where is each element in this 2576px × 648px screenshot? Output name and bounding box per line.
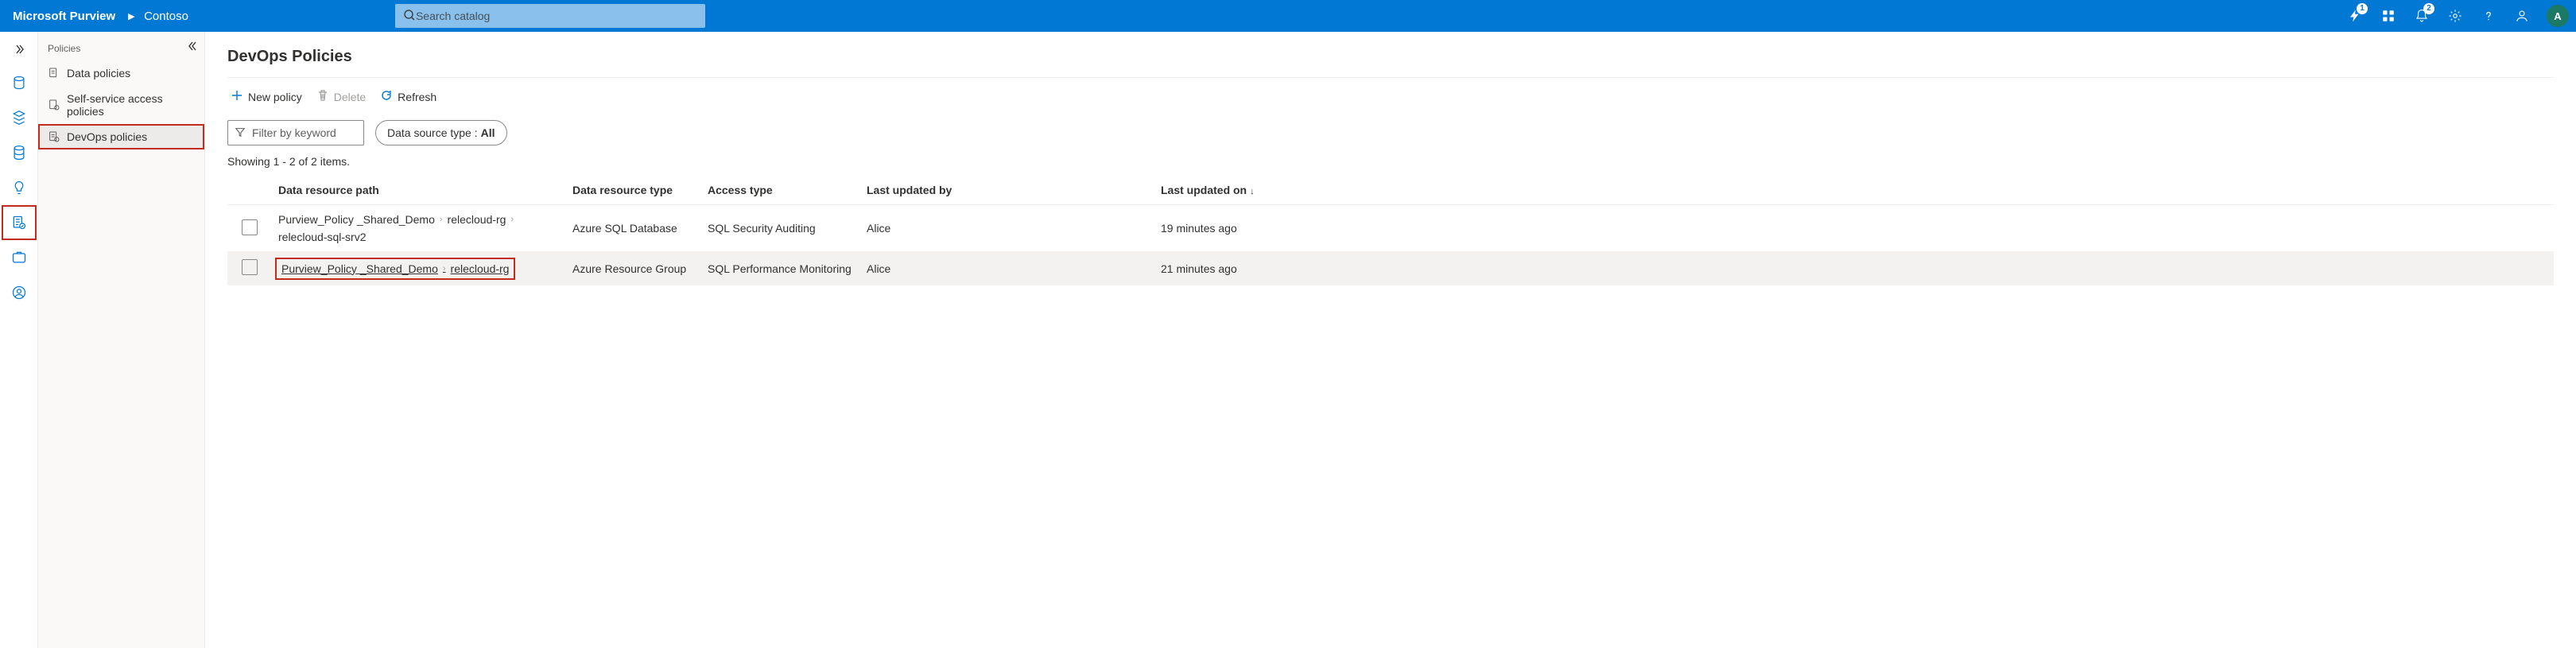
pill-label: Data source type :	[387, 126, 478, 139]
delete-button: Delete	[316, 89, 366, 104]
brand: Microsoft Purview ▸ Contoso	[13, 9, 188, 23]
data-map-icon[interactable]	[3, 67, 35, 99]
events-icon[interactable]: 1	[2341, 0, 2369, 32]
sidebar-item-devops[interactable]: DevOps policies	[38, 124, 204, 149]
collapse-panel-button[interactable]	[187, 40, 200, 55]
avatar-circle: A	[2547, 5, 2569, 27]
col-updated-on[interactable]: Last updated on↓	[1154, 176, 2554, 205]
col-type[interactable]: Data resource type	[566, 176, 701, 205]
data-catalog-icon[interactable]	[3, 102, 35, 134]
divider	[227, 77, 2554, 78]
side-panel: Policies Data policies Self-service acce…	[38, 32, 205, 648]
chevron-right-icon: ›	[510, 215, 514, 224]
expand-rail-button[interactable]	[0, 35, 38, 64]
row-access-cell: SQL Security Auditing	[701, 205, 860, 252]
refresh-button[interactable]: Refresh	[380, 89, 436, 104]
col-checkbox	[227, 176, 272, 205]
page-title: DevOps Policies	[227, 48, 2554, 66]
filter-input[interactable]	[252, 126, 357, 139]
row-checkbox-cell	[227, 251, 272, 285]
feedback-icon[interactable]	[2508, 0, 2536, 32]
new-policy-button[interactable]: New policy	[231, 89, 302, 104]
row-type-cell: Azure Resource Group	[566, 251, 701, 285]
path-segment[interactable]: Purview_Policy _Shared_Demo	[281, 262, 438, 275]
org-name: Contoso	[144, 10, 188, 23]
row-updated-by-cell: Alice	[860, 205, 1154, 252]
row-updated-by-cell: Alice	[860, 251, 1154, 285]
command-bar: New policy Delete Refresh	[227, 84, 2554, 112]
row-checkbox[interactable]	[242, 259, 258, 275]
icon-rail	[0, 32, 38, 648]
top-header: Microsoft Purview ▸ Contoso 1 2	[0, 0, 2576, 32]
pill-value: All	[481, 126, 495, 139]
path-segment[interactable]: relecloud-rg	[451, 262, 510, 275]
cmd-label: Refresh	[398, 91, 436, 103]
panel-title: Policies	[38, 32, 204, 60]
table-row[interactable]: Purview_Policy _Shared_Demo › relecloud-rg…	[227, 251, 2554, 285]
help-icon[interactable]	[2474, 0, 2503, 32]
data-estate-icon[interactable]	[3, 137, 35, 169]
notifications-icon[interactable]: 2	[2407, 0, 2436, 32]
apps-icon[interactable]	[2374, 0, 2403, 32]
trash-icon	[316, 89, 329, 104]
sidebar-item-label: DevOps policies	[67, 130, 147, 143]
sidebar-item-label: Self-service access policies	[67, 92, 195, 118]
row-checkbox[interactable]	[242, 219, 258, 235]
chevron-right-icon: ›	[440, 215, 443, 224]
search-icon	[403, 9, 416, 24]
privacy-icon[interactable]	[3, 277, 35, 308]
filter-row: Data source type : All	[227, 120, 2554, 146]
filter-input-wrap[interactable]	[227, 120, 364, 146]
table-header-row: Data resource path Data resource type Ac…	[227, 176, 2554, 205]
refresh-icon	[380, 89, 393, 104]
plus-icon	[231, 89, 243, 104]
main: DevOps Policies New policy Delete Refres…	[205, 32, 2576, 648]
avatar[interactable]: A	[2541, 0, 2570, 32]
count-line: Showing 1 - 2 of 2 items.	[227, 155, 2554, 168]
sidebar-item-data-policies[interactable]: Data policies	[38, 60, 204, 86]
notifications-badge: 2	[2423, 3, 2434, 14]
col-path[interactable]: Data resource path	[272, 176, 566, 205]
sidebar-item-label: Data policies	[67, 67, 130, 80]
insights-icon[interactable]	[3, 172, 35, 204]
search-input[interactable]	[416, 4, 697, 28]
search-wrap	[395, 4, 705, 28]
policies-icon[interactable]	[3, 207, 35, 239]
row-path-cell: Purview_Policy _Shared_Demo › relecloud-rg…	[272, 205, 566, 252]
row-updated-on-cell: 19 minutes ago	[1154, 205, 2554, 252]
path-segment[interactable]: Purview_Policy _Shared_Demo	[278, 213, 435, 226]
chevron-right-icon: ›	[443, 264, 446, 274]
row-access-cell: SQL Performance Monitoring	[701, 251, 860, 285]
filter-icon	[235, 126, 246, 140]
row-path-cell: Purview_Policy _Shared_Demo › relecloud-rg	[272, 251, 566, 285]
chevron-right-icon: ▸	[128, 10, 134, 23]
sidebar-item-self-service[interactable]: Self-service access policies	[38, 86, 204, 124]
policies-table: Data resource path Data resource type Ac…	[227, 176, 2554, 285]
management-icon[interactable]	[3, 242, 35, 274]
product-link[interactable]: Microsoft Purview	[13, 10, 115, 23]
search-box[interactable]	[395, 4, 705, 28]
col-updated-by[interactable]: Last updated by	[860, 176, 1154, 205]
row-checkbox-cell	[227, 205, 272, 252]
events-badge: 1	[2357, 3, 2368, 14]
path-segment[interactable]: relecloud-rg	[448, 213, 506, 226]
datasource-type-pill[interactable]: Data source type : All	[375, 120, 507, 146]
sort-desc-icon: ↓	[1250, 187, 1255, 196]
header-icons: 1 2 A	[2341, 0, 2576, 32]
path-segment[interactable]: relecloud-sql-srv2	[278, 231, 366, 243]
settings-icon[interactable]	[2441, 0, 2469, 32]
row-updated-on-cell: 21 minutes ago	[1154, 251, 2554, 285]
cmd-label: Delete	[334, 91, 366, 103]
col-access[interactable]: Access type	[701, 176, 860, 205]
cmd-label: New policy	[248, 91, 302, 103]
row-type-cell: Azure SQL Database	[566, 205, 701, 252]
table-row[interactable]: Purview_Policy _Shared_Demo › relecloud-rg…	[227, 205, 2554, 252]
